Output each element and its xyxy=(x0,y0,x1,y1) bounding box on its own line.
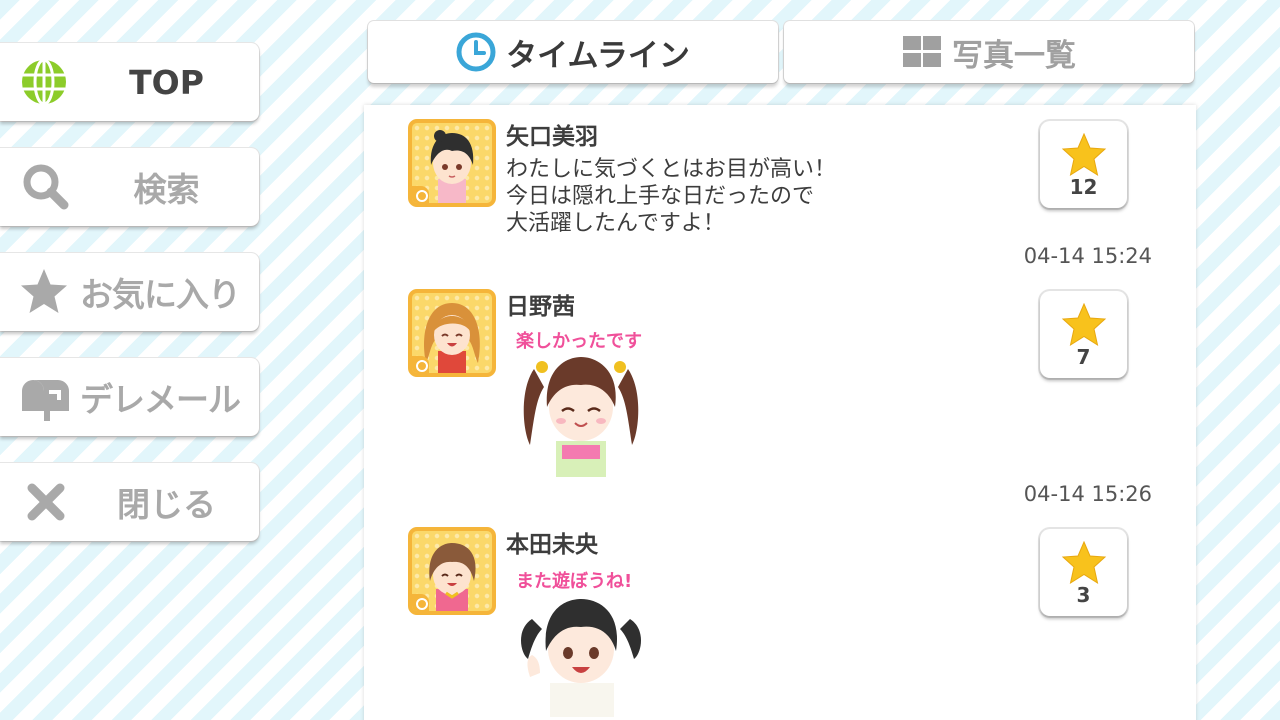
sidebar-item-label: TOP xyxy=(129,62,204,102)
tab-photo-list[interactable]: 写真一覧 xyxy=(784,21,1194,83)
like-button[interactable]: 7 xyxy=(1040,291,1127,378)
tab-label: 写真一覧 xyxy=(952,37,1076,74)
star-icon xyxy=(1061,541,1107,585)
sidebar-item-search[interactable]: 検索 xyxy=(0,148,259,226)
badge-icon xyxy=(412,594,429,611)
search-icon xyxy=(23,164,69,210)
globe-icon xyxy=(22,58,66,106)
close-icon xyxy=(27,483,65,521)
poster-name: 本田未央 xyxy=(506,532,598,558)
sidebar-item-label: お気に入り xyxy=(80,275,241,314)
sidebar-item-label: デレメール xyxy=(80,380,241,419)
star-icon xyxy=(21,269,67,313)
clock-icon xyxy=(456,32,496,72)
avatar[interactable] xyxy=(408,119,496,207)
grid-icon xyxy=(903,36,941,67)
poster-name: 矢口美羽 xyxy=(506,124,598,150)
badge-icon xyxy=(412,186,429,203)
sticker-character xyxy=(521,599,641,717)
avatar[interactable] xyxy=(408,289,496,377)
sticker-image[interactable]: 楽しかったです xyxy=(506,327,656,477)
post-timestamp: 04-14 15:24 xyxy=(1023,244,1152,268)
sticker-character xyxy=(523,357,639,477)
sidebar-item-label: 検索 xyxy=(133,170,200,209)
badge-icon xyxy=(412,356,429,373)
sticker-image[interactable]: また遊ぼうね! xyxy=(506,567,656,717)
avatar[interactable] xyxy=(408,527,496,615)
post-timestamp: 04-14 15:26 xyxy=(1023,482,1152,506)
sidebar-item-favorites[interactable]: お気に入り xyxy=(0,253,259,331)
message-line: 大活躍したんですよ！ xyxy=(506,211,725,236)
tab-timeline[interactable]: タイムライン xyxy=(368,21,778,83)
timeline-panel[interactable]: 矢口美羽 わたしに気づくとはお目が高い！ 今日は隠れ上手な日だったので 大活躍し… xyxy=(364,105,1196,720)
tab-label: タイムライン xyxy=(506,37,690,74)
like-count: 7 xyxy=(1076,345,1091,369)
poster-name: 日野茜 xyxy=(506,294,575,320)
sidebar-item-close[interactable]: 閉じる xyxy=(0,463,259,541)
like-count: 3 xyxy=(1076,583,1091,607)
message-line: 今日は隠れ上手な日だったので xyxy=(506,184,815,209)
mailbox-icon xyxy=(22,380,69,421)
like-button[interactable]: 3 xyxy=(1040,529,1127,616)
sidebar-item-top[interactable]: TOP xyxy=(0,43,259,121)
star-icon xyxy=(1061,303,1107,347)
like-count: 12 xyxy=(1069,175,1098,199)
star-icon xyxy=(1061,133,1107,177)
post-message: わたしに気づくとはお目が高い！ 今日は隠れ上手な日だったので 大活躍したんですよ… xyxy=(506,156,836,237)
message-line: わたしに気づくとはお目が高い！ xyxy=(506,157,837,182)
sidebar-item-deremail[interactable]: デレメール xyxy=(0,358,259,436)
like-button[interactable]: 12 xyxy=(1040,121,1127,208)
sidebar-item-label: 閉じる xyxy=(117,485,216,524)
